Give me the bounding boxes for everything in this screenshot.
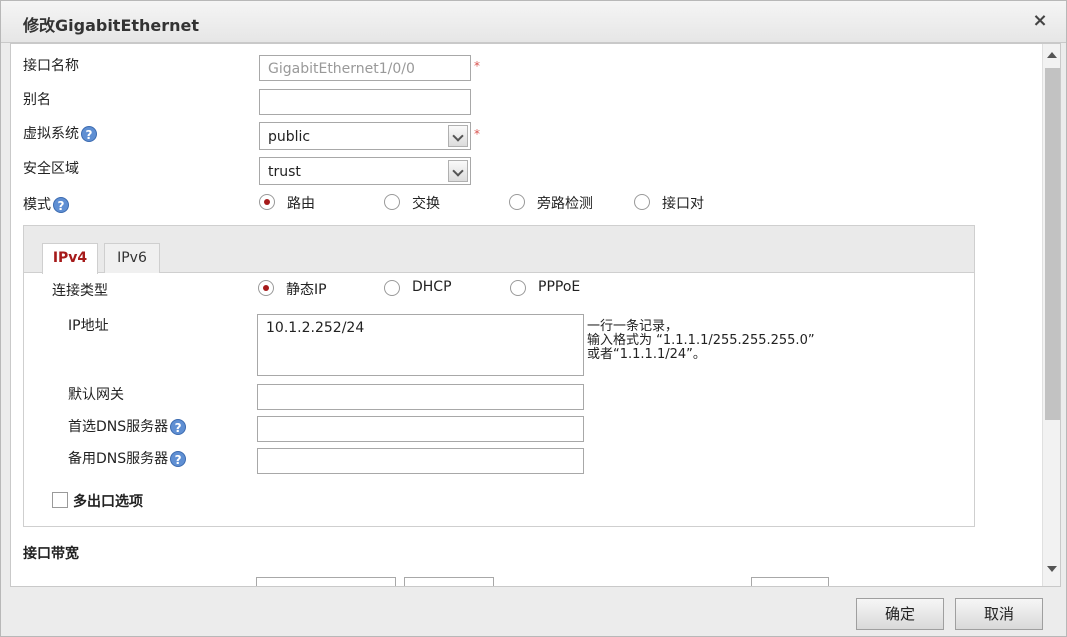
conn-option-dhcp[interactable]: DHCP: [412, 279, 452, 295]
virtual-system-label: 虚拟系统?: [23, 123, 97, 143]
virtual-system-value: public: [268, 129, 311, 145]
mode-label-text: 模式: [23, 197, 51, 213]
conn-radio-static[interactable]: [258, 280, 274, 296]
ip-tab-panel: IPv4 IPv6: [23, 225, 975, 527]
interface-name-field: GigabitEthernet1/0/0: [259, 55, 471, 81]
mode-radio-pair[interactable]: [634, 194, 650, 210]
bandwidth-extra-field[interactable]: [751, 577, 829, 586]
required-mark: *: [474, 59, 480, 73]
multi-egress-label[interactable]: 多出口选项: [73, 491, 143, 511]
scroll-down-icon[interactable]: [1047, 566, 1057, 572]
help-icon[interactable]: ?: [170, 419, 187, 435]
tab-ipv6[interactable]: IPv6: [104, 243, 160, 273]
form-content: 接口名称 GigabitEthernet1/0/0 * 别名 虚拟系统? pub…: [10, 43, 1061, 587]
hint-line-3: 或者“1.1.1.1/24”。: [587, 347, 706, 362]
security-zone-value: trust: [268, 164, 301, 180]
mode-label: 模式?: [23, 194, 69, 214]
default-gateway-field[interactable]: [257, 384, 584, 410]
mode-option-bypass[interactable]: 旁路检测: [537, 193, 593, 213]
hint-line-2: 输入格式为 “1.1.1.1/255.255.255.0”: [587, 333, 815, 348]
required-mark: *: [474, 127, 480, 141]
help-icon[interactable]: ?: [81, 126, 97, 142]
mode-radio-routing[interactable]: [259, 194, 275, 210]
alias-label: 别名: [23, 92, 51, 108]
tab-ipv4[interactable]: IPv4: [42, 243, 98, 274]
multi-egress-checkbox[interactable]: [52, 492, 68, 508]
conn-radio-dhcp[interactable]: [384, 280, 400, 296]
conn-option-pppoe[interactable]: PPPoE: [538, 279, 580, 295]
security-zone-select[interactable]: trust: [259, 157, 471, 185]
secondary-dns-field[interactable]: [257, 448, 584, 474]
virtual-system-label-text: 虚拟系统: [23, 126, 79, 142]
bandwidth-unit-select[interactable]: [404, 577, 494, 586]
scroll-thumb[interactable]: [1045, 68, 1060, 420]
mode-radio-bypass[interactable]: [509, 194, 525, 210]
ip-address-hint: 一行一条记录， 输入格式为 “1.1.1.1/255.255.255.0” 或者…: [587, 320, 815, 362]
default-gateway-label: 默认网关: [68, 387, 124, 403]
mode-radio-switching[interactable]: [384, 194, 400, 210]
vertical-scrollbar[interactable]: [1042, 44, 1060, 586]
dialog-title: 修改GigabitEthernet: [23, 16, 200, 35]
primary-dns-label: 首选DNS服务器?: [68, 416, 187, 436]
mode-option-switching[interactable]: 交换: [412, 193, 440, 213]
help-icon[interactable]: ?: [170, 451, 187, 467]
chevron-down-icon[interactable]: [448, 160, 468, 182]
scroll-up-icon[interactable]: [1047, 52, 1057, 58]
virtual-system-select[interactable]: public: [259, 122, 471, 150]
mode-option-pair[interactable]: 接口对: [662, 193, 704, 213]
secondary-dns-label: 备用DNS服务器?: [68, 448, 187, 468]
bandwidth-section-title: 接口带宽: [23, 546, 79, 562]
close-icon[interactable]: ×: [1031, 10, 1049, 32]
help-icon[interactable]: ?: [53, 197, 69, 213]
tab-strip: IPv4 IPv6: [24, 226, 974, 274]
conn-radio-pppoe[interactable]: [510, 280, 526, 296]
ip-address-label: IP地址: [68, 318, 109, 334]
bandwidth-field[interactable]: [256, 577, 396, 586]
dialog: 修改GigabitEthernet × 接口名称 GigabitEthernet…: [0, 0, 1067, 637]
chevron-down-icon[interactable]: [448, 125, 468, 147]
interface-name-label: 接口名称: [23, 58, 79, 74]
mode-option-routing[interactable]: 路由: [287, 193, 315, 213]
ip-address-textarea[interactable]: 10.1.2.252/24: [257, 314, 584, 376]
secondary-dns-label-text: 备用DNS服务器: [68, 451, 169, 467]
hint-line-1: 一行一条记录，: [587, 319, 679, 334]
title-bar: 修改GigabitEthernet ×: [1, 1, 1066, 43]
security-zone-label: 安全区域: [23, 161, 79, 177]
conn-option-static[interactable]: 静态IP: [286, 279, 327, 299]
cancel-button[interactable]: 取消: [955, 598, 1043, 630]
primary-dns-field[interactable]: [257, 416, 584, 442]
connection-type-label: 连接类型: [52, 283, 108, 299]
ok-button[interactable]: 确定: [856, 598, 944, 630]
primary-dns-label-text: 首选DNS服务器: [68, 419, 169, 435]
alias-field[interactable]: [259, 89, 471, 115]
